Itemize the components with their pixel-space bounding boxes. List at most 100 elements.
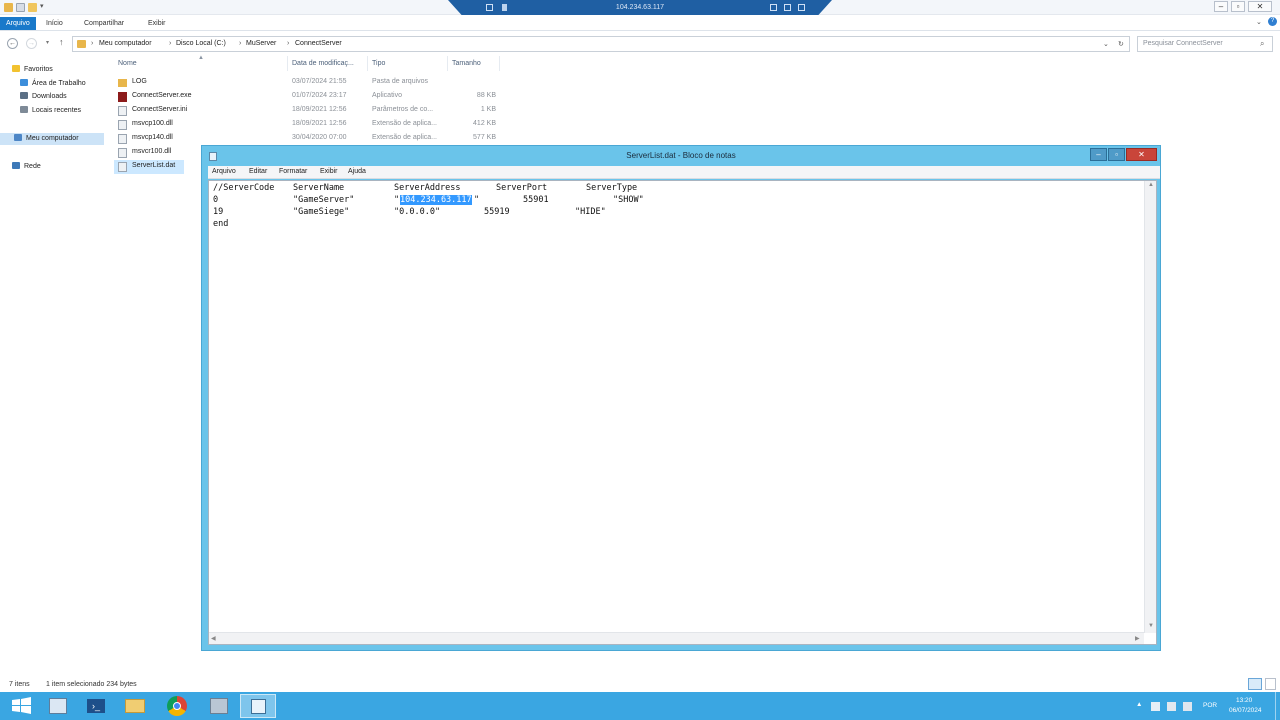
breadcrumb-separator-icon: › <box>91 40 94 47</box>
search-icon[interactable]: ⌕ <box>1260 39 1264 49</box>
menu-exibir[interactable]: Exibir <box>320 168 338 175</box>
file-row-connectserver-exe[interactable]: ConnectServer.exe 01/07/2024 23:17 Aplic… <box>114 90 502 104</box>
rdp-restore-icon[interactable] <box>784 4 791 11</box>
menu-arquivo[interactable]: Arquivo <box>212 168 236 175</box>
notepad-text-area[interactable]: //ServerCode ServerName ServerAddress Se… <box>208 180 1157 645</box>
tab-exibir[interactable]: Exibir <box>142 17 172 30</box>
row1-address-quote-close: " <box>474 195 480 205</box>
scroll-right-icon[interactable]: ▶ <box>1135 635 1140 642</box>
folder-icon <box>125 699 145 713</box>
breadcrumb-disco-local[interactable]: Disco Local (C:) <box>176 40 226 47</box>
col-servercode-header: //ServerCode <box>213 183 275 193</box>
remote-host-address: 104.234.63.117 <box>615 4 665 11</box>
file-row-serverlist-dat[interactable]: ServerList.dat <box>114 160 184 174</box>
sort-arrow-icon: ▲ <box>198 55 204 61</box>
dll-file-icon <box>118 134 127 144</box>
file-type: Parâmetros de co... <box>372 106 434 113</box>
file-type: Pasta de arquivos <box>372 78 429 85</box>
column-header-date[interactable]: Data de modificaç... <box>288 56 368 71</box>
show-desktop-button[interactable] <box>1275 692 1280 720</box>
scroll-down-icon[interactable]: ▼ <box>1148 623 1154 629</box>
file-row-log[interactable]: LOG 03/07/2024 21:55 Pasta de arquivos <box>114 76 502 90</box>
dll-file-icon <box>118 120 127 130</box>
powershell-button[interactable]: ›_ <box>78 694 114 718</box>
flag-tray-icon[interactable] <box>1183 702 1192 711</box>
new-folder-icon[interactable] <box>28 3 37 12</box>
col-serverport-header: ServerPort <box>496 183 548 193</box>
nav-locais-recentes[interactable]: Locais recentes <box>20 105 81 117</box>
menu-formatar[interactable]: Formatar <box>279 168 307 175</box>
navigation-pane: Favoritos Área de Trabalho Downloads Loc… <box>0 58 106 678</box>
notepad-menu-bar: Arquivo Editar Formatar Exibir Ajuda <box>208 166 1160 179</box>
tab-arquivo[interactable]: Arquivo <box>0 17 36 30</box>
nav-downloads[interactable]: Downloads <box>20 91 67 103</box>
breadcrumb-muserver[interactable]: MuServer <box>246 40 276 47</box>
recent-places-icon <box>20 106 28 113</box>
help-icon[interactable]: ? <box>1268 17 1277 26</box>
language-indicator[interactable]: POR <box>1203 702 1217 709</box>
file-explorer-button[interactable] <box>117 694 153 718</box>
forward-icon[interactable]: → <box>26 38 37 49</box>
rdp-minimize-icon[interactable] <box>770 4 777 11</box>
file-row-msvcp100[interactable]: msvcp100.dll 18/09/2021 12:56 Extensão d… <box>114 118 502 132</box>
large-icons-view-icon[interactable] <box>1265 678 1276 690</box>
network-tray-icon[interactable] <box>1151 702 1160 711</box>
nav-area-de-trabalho[interactable]: Área de Trabalho <box>20 78 86 90</box>
tools-icon <box>210 698 228 714</box>
notepad-title-bar[interactable]: ServerList.dat - Bloco de notas – ▫ ✕ <box>202 146 1160 166</box>
pin-icon[interactable] <box>486 4 493 11</box>
notepad-minimize-button[interactable]: – <box>1090 148 1107 161</box>
file-date: 01/07/2024 23:17 <box>292 92 347 99</box>
quick-access-dropdown-icon[interactable]: ▾ <box>40 3 46 12</box>
nav-meu-computador[interactable]: Meu computador <box>0 133 104 145</box>
notepad-taskbar-button[interactable] <box>240 694 276 718</box>
nav-rede[interactable]: Rede <box>12 161 41 173</box>
tab-compartilhar[interactable]: Compartilhar <box>78 17 130 30</box>
file-row-msvcp140[interactable]: msvcp140.dll 30/04/2020 07:00 Extensão d… <box>114 132 502 146</box>
properties-icon[interactable] <box>16 3 25 12</box>
refresh-icon[interactable]: ↻ <box>1118 40 1124 48</box>
server-manager-button[interactable] <box>40 694 76 718</box>
search-input[interactable]: Pesquisar ConnectServer ⌕ <box>1137 36 1273 52</box>
breadcrumb-connectserver[interactable]: ConnectServer <box>295 40 342 47</box>
back-icon[interactable]: ← <box>7 38 18 49</box>
nav-favoritos[interactable]: Favoritos <box>12 64 53 76</box>
notepad-maximize-button[interactable]: ▫ <box>1108 148 1125 161</box>
close-button[interactable]: ✕ <box>1248 1 1272 12</box>
vertical-scrollbar[interactable]: ▲ ▼ <box>1144 181 1156 633</box>
downloads-icon <box>20 92 28 99</box>
scroll-up-icon[interactable]: ▲ <box>1148 182 1154 188</box>
scroll-left-icon[interactable]: ◀ <box>211 635 216 642</box>
computer-icon <box>14 134 22 141</box>
tab-inicio[interactable]: Início <box>40 17 69 30</box>
horizontal-scrollbar[interactable]: ◀ ▶ <box>209 632 1144 644</box>
breadcrumb-meu-computador[interactable]: Meu computador <box>99 40 152 47</box>
file-date: 18/09/2021 12:56 <box>292 106 347 113</box>
column-header-type[interactable]: Tipo <box>368 56 448 71</box>
address-dropdown-icon[interactable]: ⌄ <box>1103 40 1109 48</box>
tools-button[interactable] <box>201 694 237 718</box>
recent-locations-icon[interactable]: ▾ <box>46 39 49 46</box>
maximize-button[interactable]: ▫ <box>1231 1 1245 12</box>
powershell-icon: ›_ <box>87 699 105 713</box>
up-icon[interactable]: ↑ <box>59 37 64 47</box>
clock-date[interactable]: 06/07/2024 <box>1229 707 1262 714</box>
minimize-button[interactable]: – <box>1214 1 1228 12</box>
menu-ajuda[interactable]: Ajuda <box>348 168 366 175</box>
menu-editar[interactable]: Editar <box>249 168 267 175</box>
row1-address-selected[interactable]: 104.234.63.117 <box>400 195 472 205</box>
notepad-close-button[interactable]: ✕ <box>1126 148 1157 161</box>
file-row-connectserver-ini[interactable]: ConnectServer.ini 18/09/2021 12:56 Parâm… <box>114 104 502 118</box>
show-hidden-icons-icon[interactable]: ▲ <box>1136 701 1142 708</box>
address-bar[interactable]: › Meu computador › Disco Local (C:) › Mu… <box>72 36 1130 52</box>
chrome-button[interactable] <box>159 694 195 718</box>
start-button[interactable] <box>4 694 40 718</box>
file-name: msvcp140.dll <box>132 134 173 141</box>
clock-time[interactable]: 13:20 <box>1236 697 1252 704</box>
rdp-close-icon[interactable] <box>798 4 805 11</box>
ribbon-expand-icon[interactable]: ⌄ <box>1256 18 1262 26</box>
column-header-size[interactable]: Tamanho <box>448 56 500 71</box>
details-view-icon[interactable] <box>1248 678 1262 690</box>
security-tray-icon[interactable] <box>1167 702 1176 711</box>
row2-type: "HIDE" <box>575 207 606 217</box>
